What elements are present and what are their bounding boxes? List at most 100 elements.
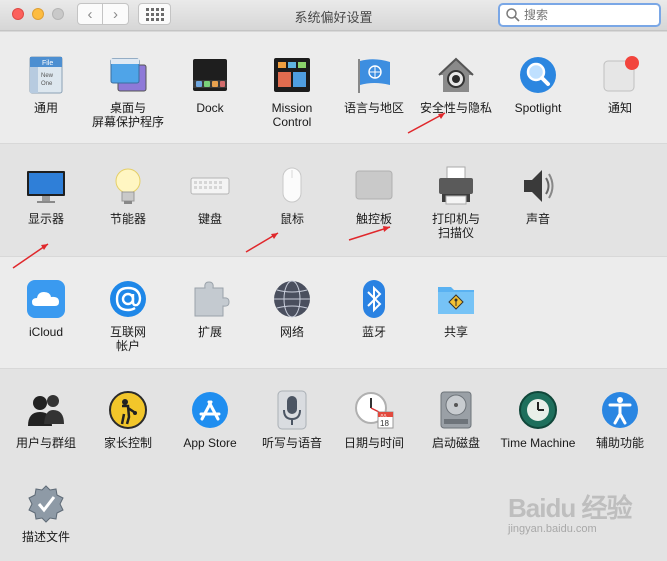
pref-bluetooth[interactable]: 蓝牙	[332, 279, 416, 339]
pref-label: 鼠标	[279, 212, 304, 226]
dock-icon	[190, 55, 230, 95]
shared-folder-icon	[436, 279, 476, 319]
pref-label: 听写与语音	[261, 436, 322, 450]
pref-icloud[interactable]: iCloud	[4, 279, 88, 339]
watermark: Baidu 经验 jingyan.baidu.com	[508, 488, 658, 535]
notification-icon	[600, 55, 640, 95]
pref-label: 语言与地区	[343, 101, 404, 115]
pref-internet-accounts[interactable]: 互联网 帐户	[86, 279, 170, 353]
pref-sound[interactable]: 声音	[496, 166, 580, 226]
pref-extensions[interactable]: 扩展	[168, 279, 252, 339]
general-file-text: File	[42, 60, 53, 67]
pref-users-groups[interactable]: 用户与群组	[4, 390, 88, 450]
annotation-arrow	[245, 232, 279, 253]
cloud-icon	[26, 279, 66, 319]
pref-spotlight[interactable]: Spotlight	[496, 55, 580, 115]
pref-label: 键盘	[197, 212, 222, 226]
pref-mouse[interactable]: 鼠标	[250, 166, 334, 226]
trackpad-icon	[354, 166, 394, 206]
pref-parental-controls[interactable]: 家长控制	[86, 390, 170, 450]
app-store-icon	[190, 390, 230, 430]
pref-printers-scanners[interactable]: 打印机与 扫描仪	[414, 166, 498, 240]
desktop-screensaver-icon	[108, 55, 148, 95]
pref-label: 描述文件	[21, 530, 70, 544]
pref-label: 蓝牙	[361, 325, 386, 339]
pref-label: 启动磁盘	[431, 436, 480, 450]
un-flag-icon	[354, 55, 394, 95]
pref-label: Spotlight	[514, 101, 562, 115]
watermark-logo: Baidu 经验	[508, 493, 632, 523]
at-sign-icon	[108, 279, 148, 319]
annotation-arrow	[12, 243, 49, 269]
calendar-day-text: 18	[380, 419, 389, 428]
light-bulb-icon	[108, 166, 148, 206]
general-icon: File New One	[26, 55, 66, 95]
badge-check-icon	[26, 484, 66, 524]
speaker-icon	[518, 166, 558, 206]
hard-drive-icon	[436, 390, 476, 430]
pref-label: Mission Control	[271, 101, 313, 129]
pref-dictation-speech[interactable]: 听写与语音	[250, 390, 334, 450]
pref-label: 扩展	[197, 325, 222, 339]
watermark-url: jingyan.baidu.com	[508, 523, 597, 535]
clock-calendar-icon: JUL 18	[354, 390, 394, 430]
printer-icon	[436, 166, 476, 206]
magnifier-icon	[518, 55, 558, 95]
pref-label: 日期与时间	[343, 436, 404, 450]
pref-desktop-screensaver[interactable]: 桌面与 屏幕保护程序	[86, 55, 170, 129]
puzzle-icon	[190, 279, 230, 319]
pref-keyboard[interactable]: 键盘	[168, 166, 252, 226]
pref-security-privacy[interactable]: 安全性与隐私	[414, 55, 498, 115]
pref-label: 互联网 帐户	[109, 325, 146, 353]
pref-energy-saver[interactable]: 节能器	[86, 166, 170, 226]
pref-label: iCloud	[28, 325, 64, 339]
users-icon	[26, 390, 66, 430]
pref-label: 声音	[525, 212, 550, 226]
annotation-arrow	[348, 226, 391, 241]
pref-label: 网络	[279, 325, 304, 339]
calendar-month-text: JUL	[380, 413, 388, 418]
pref-label: App Store	[183, 436, 237, 450]
pref-sharing[interactable]: 共享	[414, 279, 498, 339]
bluetooth-icon	[354, 279, 394, 319]
pref-time-machine[interactable]: Time Machine	[496, 390, 580, 450]
pref-app-store[interactable]: App Store	[168, 390, 252, 450]
mission-control-icon	[272, 55, 312, 95]
pref-accessibility[interactable]: 辅助功能	[578, 390, 662, 450]
accessibility-icon	[600, 390, 640, 430]
general-one-text: One	[41, 81, 53, 87]
pref-displays[interactable]: 显示器	[4, 166, 88, 226]
title-bar: ‹ › 系统偏好设置	[0, 0, 667, 31]
pref-startup-disk[interactable]: 启动磁盘	[414, 390, 498, 450]
pref-date-time[interactable]: JUL 18 日期与时间	[332, 390, 416, 450]
pref-general[interactable]: File New One 通用	[4, 55, 88, 115]
pref-profiles[interactable]: 描述文件	[4, 484, 88, 544]
pref-label: Time Machine	[500, 436, 576, 450]
house-lock-icon	[436, 55, 476, 95]
pref-label: 用户与群组	[15, 436, 76, 450]
search-field[interactable]	[498, 3, 661, 27]
pref-notifications[interactable]: 通知	[578, 55, 662, 115]
pref-mission-control[interactable]: Mission Control	[250, 55, 334, 129]
pref-label: 节能器	[109, 212, 146, 226]
search-icon	[506, 8, 520, 22]
pref-label: 通用	[33, 101, 58, 115]
time-machine-icon	[518, 390, 558, 430]
pref-label: 打印机与 扫描仪	[431, 212, 480, 240]
pref-network[interactable]: 网络	[250, 279, 334, 339]
pref-label: 显示器	[27, 212, 64, 226]
pref-label: 桌面与 屏幕保护程序	[91, 101, 164, 129]
search-input[interactable]	[522, 8, 646, 22]
microphone-icon	[272, 390, 312, 430]
globe-icon	[272, 279, 312, 319]
pref-label: 共享	[443, 325, 468, 339]
pref-label: 家长控制	[103, 436, 152, 450]
pref-dock[interactable]: Dock	[168, 55, 252, 115]
general-new-text: New	[41, 73, 54, 79]
annotation-arrow	[407, 112, 446, 134]
monitor-icon	[26, 166, 66, 206]
pref-label: 通知	[607, 101, 632, 115]
pref-trackpad[interactable]: 触控板	[332, 166, 416, 226]
pref-language-region[interactable]: 语言与地区	[332, 55, 416, 115]
mouse-icon	[272, 166, 312, 206]
